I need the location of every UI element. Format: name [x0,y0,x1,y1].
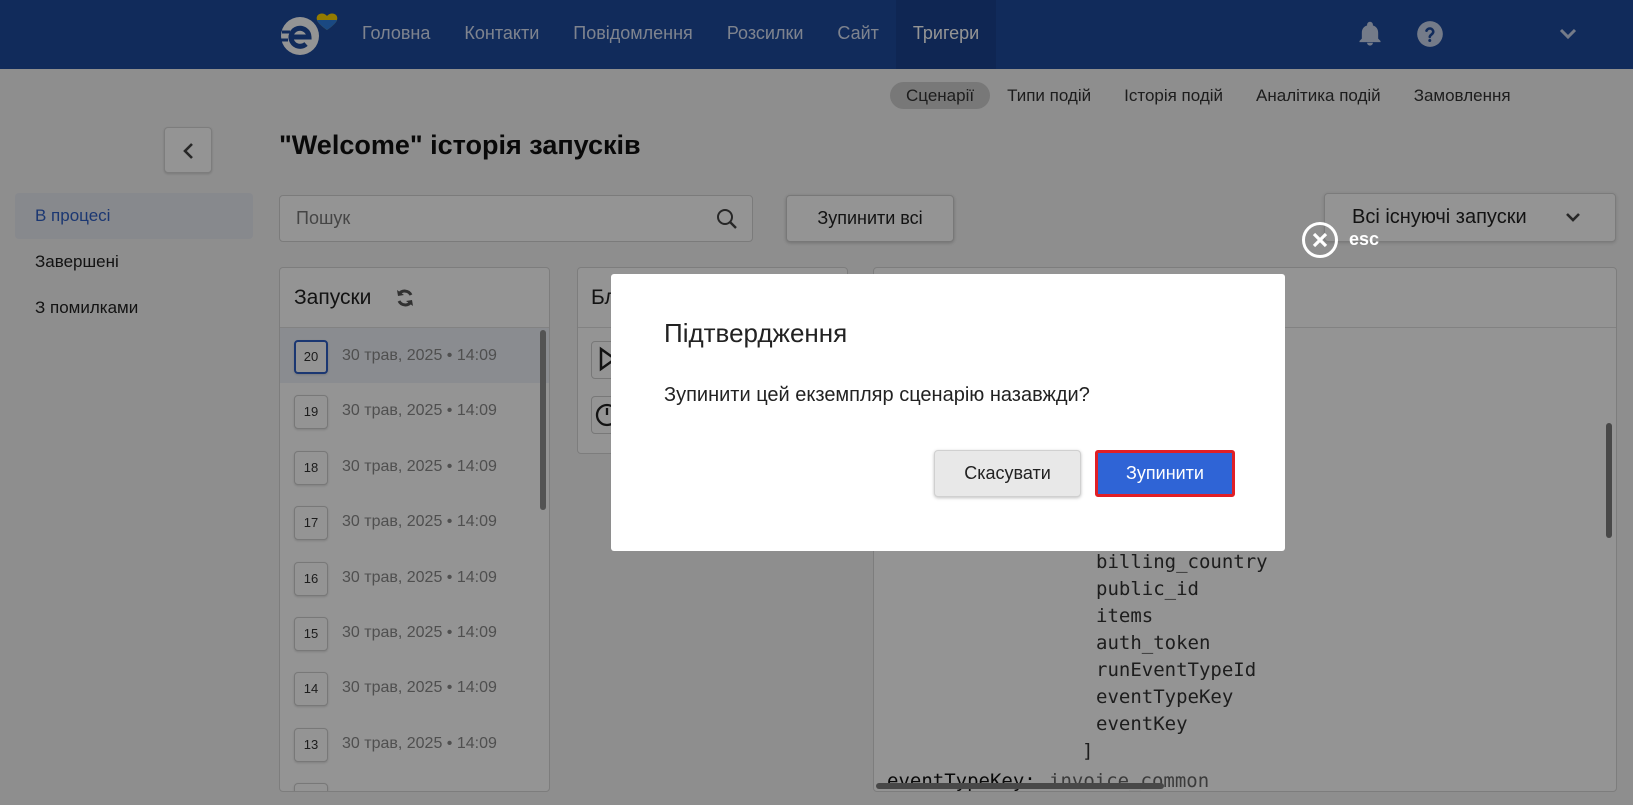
confirmation-dialog: Підтвердження Зупинити цей екземпляр сце… [611,274,1285,551]
dialog-message: Зупинити цей екземпляр сценарію назавжди… [664,384,1090,406]
cancel-button[interactable]: Скасувати [934,450,1081,497]
close-modal-button[interactable] [1302,222,1338,258]
esc-hint: esc [1349,229,1380,249]
close-icon [1312,232,1328,248]
confirm-stop-button[interactable]: Зупинити [1095,450,1235,497]
dialog-title: Підтвердження [664,318,848,348]
